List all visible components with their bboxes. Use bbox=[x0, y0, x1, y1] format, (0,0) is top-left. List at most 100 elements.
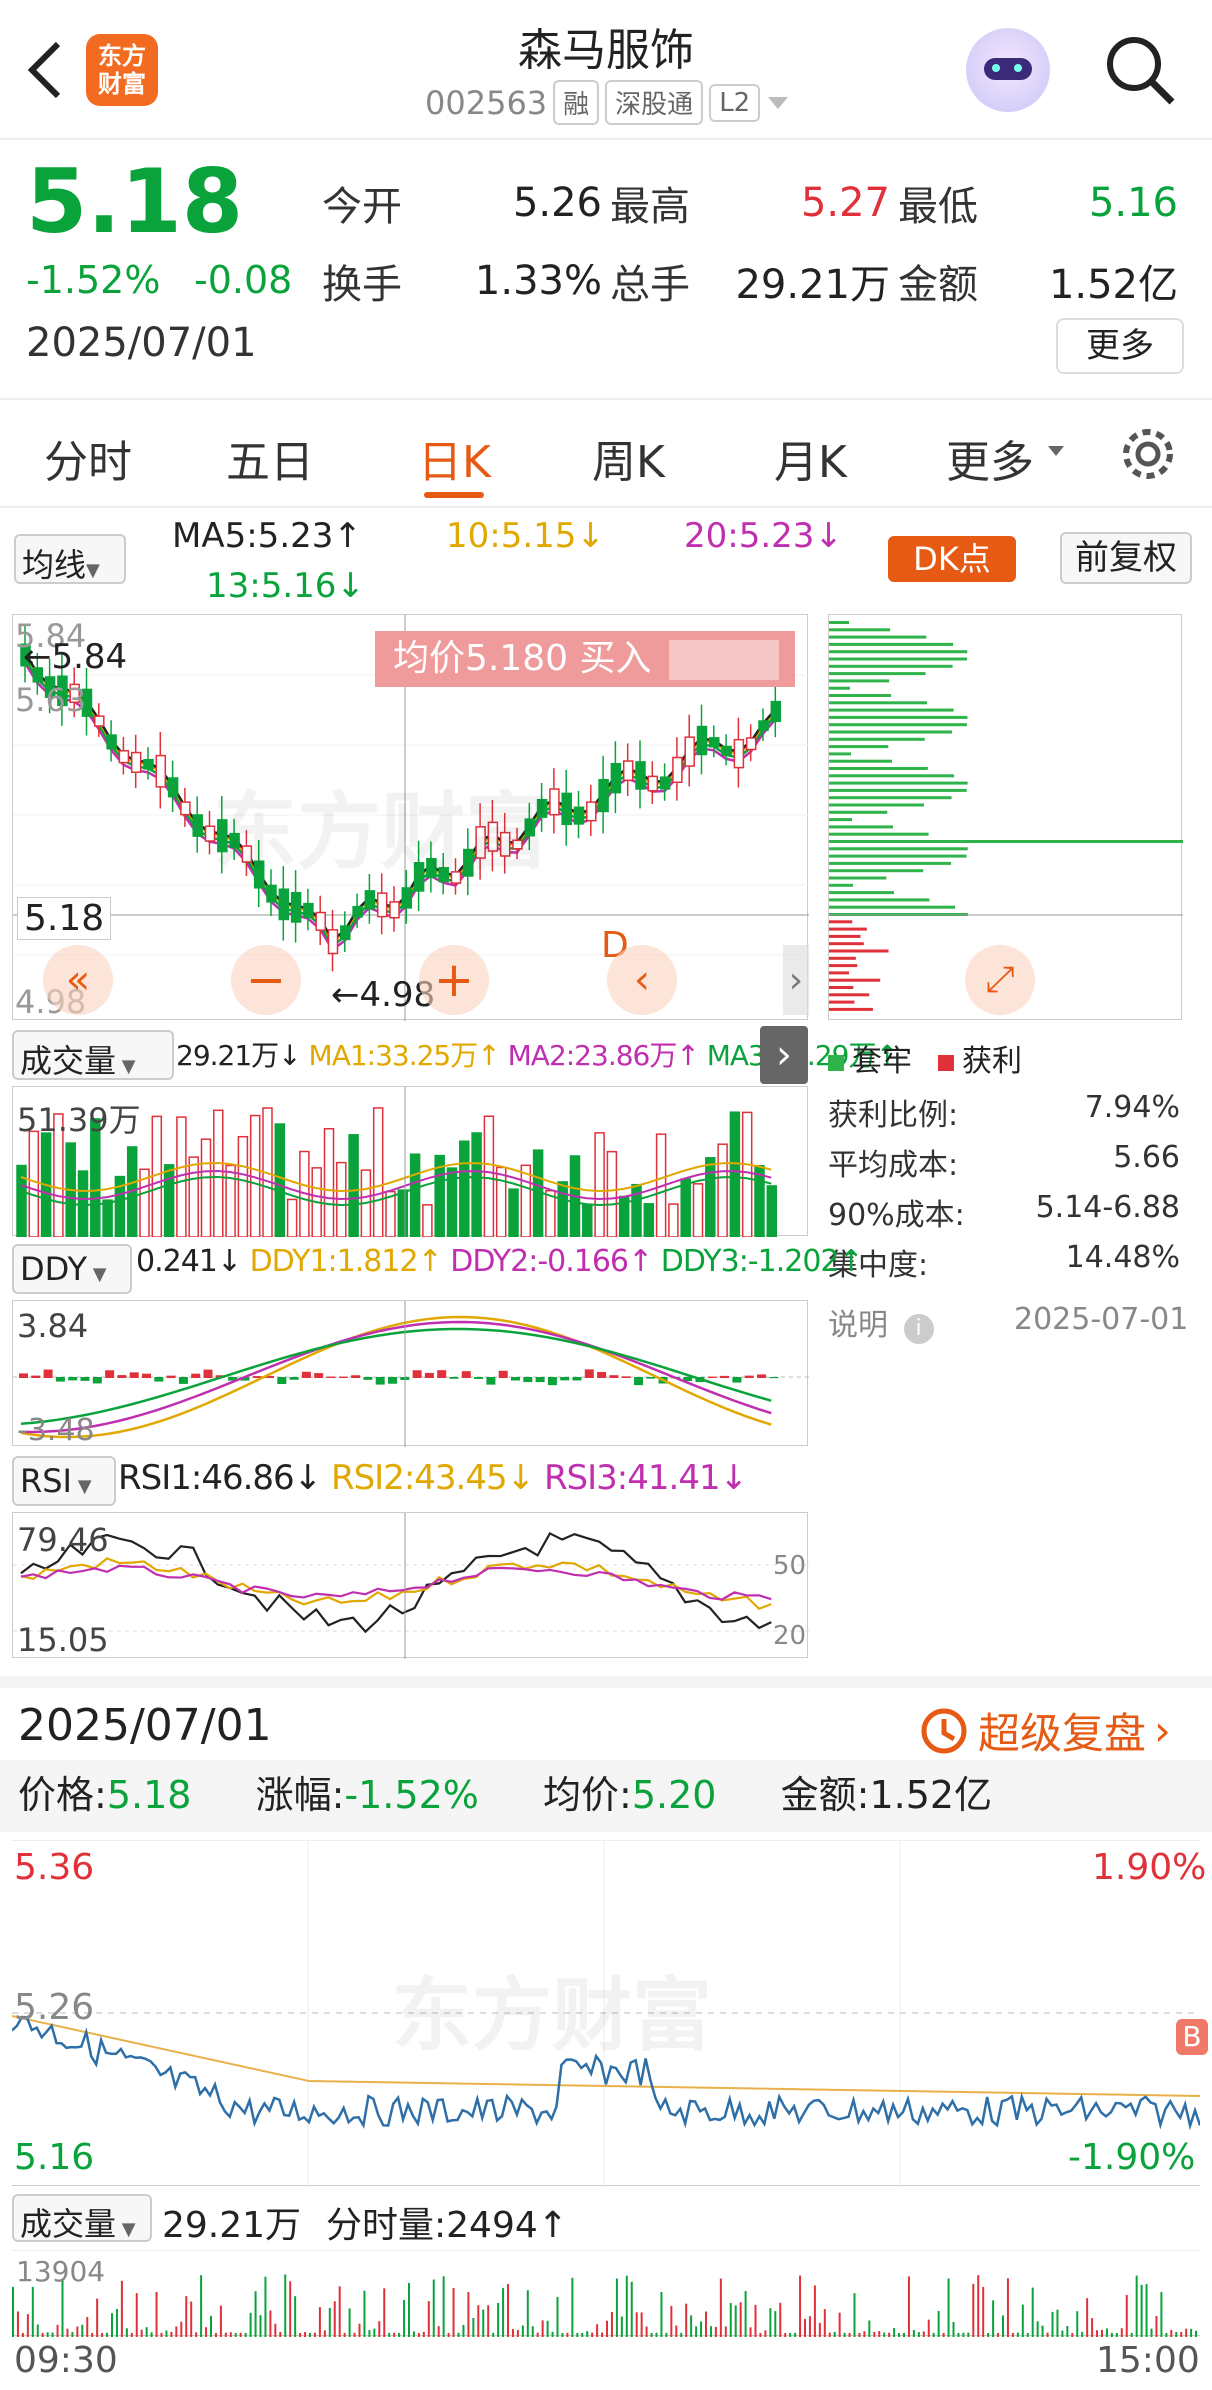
volume-bar bbox=[286, 1198, 298, 1238]
zoom-out-button[interactable]: − bbox=[231, 945, 301, 1015]
ddy-bar bbox=[203, 1369, 213, 1378]
avg-cost-text: 均价5.180 买入 bbox=[393, 638, 652, 679]
candle-body bbox=[303, 902, 314, 919]
volume-panel[interactable]: 51.39万 bbox=[12, 1086, 808, 1238]
kline-panel[interactable]: 东方财富 均价5.180 买入 5.84 ←5.84 5.63 ←4.98 4.… bbox=[12, 614, 809, 1021]
intraday-volume-bar bbox=[987, 2332, 990, 2337]
chip-stat-row: 90%成本: 5.14-6.88 bbox=[828, 1190, 1180, 1240]
chip-bar bbox=[829, 825, 893, 829]
intraday-volume-bar bbox=[363, 2290, 366, 2337]
intraday-volume-bar bbox=[690, 2315, 693, 2337]
scroll-left-button[interactable]: « bbox=[43, 945, 113, 1015]
ddy-selector[interactable]: DDY ▼ bbox=[12, 1244, 132, 1294]
rsi-selector[interactable]: RSI ▼ bbox=[12, 1456, 116, 1506]
intraday-volume-bar bbox=[1170, 2329, 1173, 2337]
dk-point-button[interactable]: DK点 bbox=[888, 536, 1016, 582]
intraday-volume-bar bbox=[477, 2305, 480, 2337]
scroll-right-button[interactable]: › bbox=[783, 945, 809, 1015]
super-replay-link[interactable]: 超级复盘 › bbox=[918, 1700, 1171, 1761]
intraday-volume-bar bbox=[888, 2332, 891, 2337]
expand-indicators-button[interactable]: › bbox=[760, 1026, 808, 1084]
fuquan-button[interactable]: 前复权 bbox=[1060, 532, 1192, 584]
note-label: 说明 bbox=[828, 1308, 888, 1343]
robot-avatar-icon[interactable] bbox=[966, 28, 1050, 112]
tab-rik[interactable]: 日K bbox=[418, 426, 491, 490]
intraday-volume-bar bbox=[546, 2320, 549, 2337]
ddy-bar bbox=[80, 1377, 90, 1381]
intraday-volume-bar bbox=[571, 2277, 574, 2337]
quote-value: 5.27 bbox=[800, 180, 890, 226]
volume-selector[interactable]: 成交量 ▼ bbox=[12, 1030, 174, 1080]
intraday-volume-bar bbox=[779, 2302, 782, 2337]
chip-bar bbox=[829, 694, 892, 697]
intraday-volume-bar bbox=[56, 2324, 59, 2337]
intraday-volume-bar bbox=[799, 2275, 802, 2337]
intraday-volume-bar bbox=[343, 2332, 346, 2337]
intraday-volume-bar bbox=[1041, 2325, 1044, 2337]
chip-note[interactable]: 说明 i bbox=[828, 1300, 934, 1344]
intraday-volume-bar bbox=[1066, 2325, 1069, 2337]
rsi-panel[interactable]: 79.46 15.05 50 20 bbox=[12, 1512, 809, 1659]
step-back-button[interactable]: ‹ bbox=[607, 945, 677, 1015]
zoom-in-button[interactable]: + bbox=[419, 945, 489, 1015]
intraday-panel[interactable]: 东方财富 5.36 1.90% 5.26 5.16 -1.90% B bbox=[11, 1840, 1208, 2187]
candle-body bbox=[696, 725, 708, 756]
volume-bar bbox=[102, 1199, 113, 1238]
ddy-bar bbox=[535, 1377, 545, 1383]
intraday-volume-panel[interactable]: 13904 bbox=[12, 2250, 1200, 2337]
intraday-volume-bar bbox=[155, 2291, 158, 2337]
tab-wuri[interactable]: 五日 bbox=[226, 426, 314, 490]
more-button[interactable]: 更多 bbox=[1056, 318, 1184, 374]
volume-bar bbox=[274, 1123, 286, 1238]
candle-body bbox=[561, 792, 572, 826]
ddy-bar bbox=[68, 1377, 78, 1381]
intraday-volume-bar bbox=[12, 2286, 14, 2337]
intraday-volume-bar bbox=[1036, 2321, 1039, 2337]
rsi-top-label: 79.46 bbox=[17, 1521, 109, 1559]
intraday-volume-bar bbox=[670, 2305, 673, 2337]
gear-icon[interactable] bbox=[1116, 422, 1180, 486]
quote-value: 5.16 bbox=[1088, 180, 1178, 226]
candle-body bbox=[167, 777, 179, 798]
tab-fenshi[interactable]: 分时 bbox=[44, 426, 132, 490]
tab-more[interactable]: 更多 bbox=[946, 426, 1034, 490]
intraday-volume-bar bbox=[373, 2328, 376, 2337]
ivol-selector[interactable]: 成交量 ▼ bbox=[12, 2194, 152, 2243]
intraday-volume-bar bbox=[1185, 2328, 1188, 2337]
intraday-volume-bar bbox=[972, 2283, 975, 2337]
section-divider bbox=[0, 1676, 1212, 1688]
intraday-volume-bar bbox=[1115, 2332, 1118, 2337]
dropdown-icon[interactable] bbox=[766, 93, 790, 113]
intraday-volume-bar bbox=[1031, 2287, 1034, 2337]
intraday-volume-bar bbox=[1056, 2309, 1059, 2337]
avg-cost-banner: 均价5.180 买入 bbox=[375, 631, 795, 687]
ddy-top-label: 3.84 bbox=[17, 1307, 89, 1345]
rsi-line bbox=[20, 1531, 772, 1634]
intraday-volume-bar bbox=[873, 2331, 876, 2337]
volume-bar bbox=[680, 1178, 691, 1238]
expand-icon[interactable]: ⤢ bbox=[965, 945, 1035, 1015]
ddy-bar bbox=[597, 1371, 607, 1378]
tab-yuek[interactable]: 月K bbox=[774, 426, 847, 490]
candle-body bbox=[610, 762, 622, 794]
ddy-bar bbox=[19, 1373, 28, 1378]
ddy-panel[interactable]: 3.84 -3.48 bbox=[12, 1300, 809, 1448]
candle-body bbox=[622, 760, 634, 782]
intraday-volume-bar bbox=[853, 2293, 856, 2337]
super-replay-label: 超级复盘 bbox=[978, 1709, 1147, 1758]
search-icon[interactable] bbox=[1100, 30, 1180, 110]
ddy-bar bbox=[461, 1371, 471, 1378]
ddy-bar bbox=[277, 1377, 287, 1385]
chip-bar bbox=[829, 832, 929, 836]
tab-zhouk[interactable]: 周K bbox=[592, 426, 665, 490]
volume-bar bbox=[163, 1164, 175, 1238]
ma-selector[interactable]: 均线▼ bbox=[14, 534, 126, 584]
intraday-volume-bar bbox=[452, 2287, 455, 2337]
intraday-volume-bar bbox=[734, 2305, 737, 2337]
chip-bar bbox=[829, 635, 927, 639]
kline-mid-label: 5.63 bbox=[15, 681, 87, 719]
intraday-volume-bar bbox=[808, 2316, 811, 2337]
chip-bar bbox=[829, 759, 893, 763]
ddy-bar bbox=[314, 1373, 324, 1378]
intraday-volume-bar bbox=[412, 2331, 415, 2337]
